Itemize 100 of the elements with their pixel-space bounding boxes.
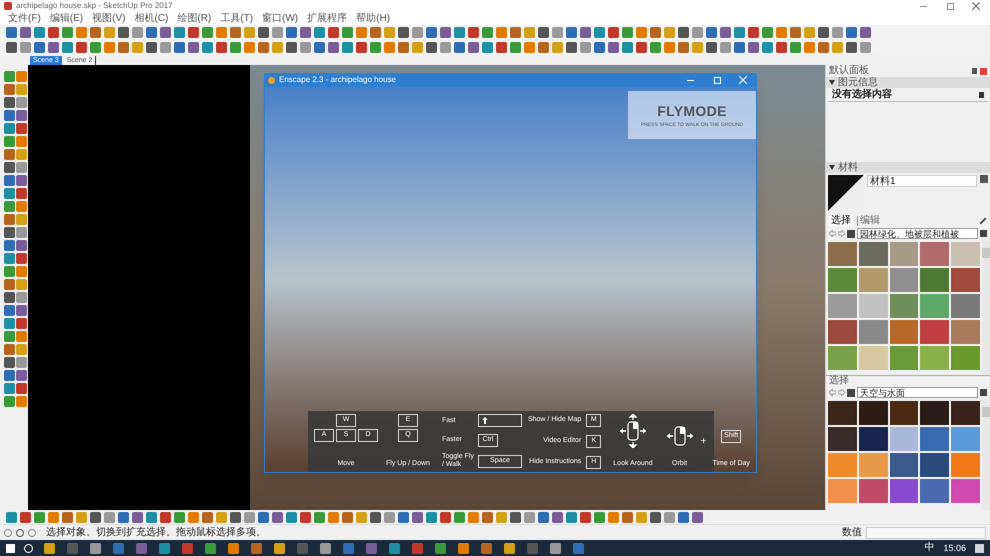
material-name-field[interactable]: 材料1: [867, 175, 977, 187]
menu-item[interactable]: 扩展程序: [307, 14, 348, 24]
tool-icon[interactable]: [202, 512, 212, 522]
tool-icon[interactable]: [342, 512, 352, 522]
texture-swatch[interactable]: [951, 401, 980, 425]
texture-swatch[interactable]: [828, 427, 857, 451]
tool-icon[interactable]: [16, 253, 26, 264]
texture-swatch[interactable]: [858, 320, 888, 344]
tool-icon[interactable]: [16, 305, 26, 316]
texture-swatch[interactable]: [828, 320, 857, 344]
tool-icon[interactable]: [90, 27, 100, 38]
texture-swatch[interactable]: [858, 346, 888, 370]
texture-swatch[interactable]: [828, 453, 857, 477]
tool-icon[interactable]: [258, 27, 268, 38]
tool-icon[interactable]: [636, 42, 646, 53]
menu-item[interactable]: 编辑(E): [50, 14, 84, 24]
tool-icon[interactable]: [790, 27, 800, 38]
tool-icon[interactable]: [454, 512, 464, 522]
tool-icon[interactable]: [720, 27, 730, 38]
tool-icon[interactable]: [20, 27, 30, 38]
tool-icon[interactable]: [594, 27, 604, 38]
tool-icon[interactable]: [4, 266, 14, 277]
tool-icon[interactable]: [174, 512, 184, 522]
tool-icon[interactable]: [4, 162, 14, 173]
tool-icon[interactable]: [4, 97, 14, 108]
tool-icon[interactable]: [734, 27, 744, 38]
tool-icon[interactable]: [202, 27, 212, 38]
tool-icon[interactable]: [62, 27, 72, 38]
tool-icon[interactable]: [678, 512, 688, 522]
tool-icon[interactable]: [4, 370, 14, 381]
tool-icon[interactable]: [90, 512, 100, 522]
tool-icon[interactable]: [650, 512, 660, 522]
tool-icon[interactable]: [468, 27, 478, 38]
menu-item[interactable]: 相机(C): [134, 14, 168, 24]
tool-icon[interactable]: [426, 42, 436, 53]
tool-icon[interactable]: [440, 512, 450, 522]
texture-swatch[interactable]: [951, 346, 980, 370]
tool-icon[interactable]: [328, 27, 338, 38]
tool-icon[interactable]: [398, 27, 408, 38]
tool-icon[interactable]: [4, 396, 14, 407]
texture-swatch[interactable]: [890, 401, 918, 425]
tool-icon[interactable]: [4, 110, 14, 121]
texture-swatch[interactable]: [920, 320, 950, 344]
texture-swatch[interactable]: [920, 401, 950, 425]
tool-icon[interactable]: [504, 542, 514, 554]
scrollbar[interactable]: [982, 240, 990, 375]
tool-icon[interactable]: [228, 542, 238, 554]
tool-icon[interactable]: [692, 512, 702, 522]
tool-icon[interactable]: [4, 214, 14, 225]
tool-icon[interactable]: [16, 370, 26, 381]
tool-icon[interactable]: [622, 27, 632, 38]
tool-icon[interactable]: [314, 42, 324, 53]
tool-icon[interactable]: [4, 318, 14, 329]
tool-icon[interactable]: [90, 542, 100, 554]
texture-swatch[interactable]: [920, 346, 950, 370]
tool-icon[interactable]: [426, 512, 436, 522]
tool-icon[interactable]: [90, 42, 100, 53]
tool-icon[interactable]: [454, 27, 464, 38]
tool-icon[interactable]: [454, 42, 464, 53]
tool-icon[interactable]: [342, 42, 352, 53]
tool-icon[interactable]: [174, 27, 184, 38]
ime-indicator[interactable]: 中: [924, 543, 934, 553]
tool-icon[interactable]: [314, 512, 324, 522]
texture-swatch[interactable]: [920, 427, 950, 451]
tool-icon[interactable]: [118, 27, 128, 38]
tool-icon[interactable]: [44, 542, 54, 554]
texture-swatch[interactable]: [951, 320, 980, 344]
menu-item[interactable]: 帮助(H): [356, 14, 390, 24]
tool-icon[interactable]: [678, 42, 688, 53]
menu-item[interactable]: 视图(V): [92, 14, 126, 24]
tool-icon[interactable]: [182, 542, 192, 554]
tool-icon[interactable]: [706, 42, 716, 53]
tool-icon[interactable]: [4, 357, 14, 368]
tool-icon[interactable]: [16, 188, 26, 199]
section-header[interactable]: 图元信息: [826, 77, 990, 88]
texture-swatch[interactable]: [920, 479, 950, 503]
menu-item[interactable]: 文件(F): [8, 14, 41, 24]
texture-swatch[interactable]: [920, 453, 950, 477]
tool-icon[interactable]: [622, 42, 632, 53]
texture-swatch[interactable]: [828, 401, 857, 425]
texture-swatch[interactable]: [858, 242, 888, 266]
forward-arrow-icon[interactable]: [838, 230, 845, 237]
tool-icon[interactable]: [4, 149, 14, 160]
tool-icon[interactable]: [790, 42, 800, 53]
tool-icon[interactable]: [4, 279, 14, 290]
tool-icon[interactable]: [4, 71, 14, 82]
tool-icon[interactable]: [748, 42, 758, 53]
tool-icon[interactable]: [552, 512, 562, 522]
tool-icon[interactable]: [272, 512, 282, 522]
tool-icon[interactable]: [258, 42, 268, 53]
tool-icon[interactable]: [16, 123, 26, 134]
texture-swatch[interactable]: [828, 294, 857, 318]
tool-icon[interactable]: [650, 27, 660, 38]
tool-icon[interactable]: [510, 42, 520, 53]
tool-icon[interactable]: [366, 542, 376, 554]
tool-icon[interactable]: [250, 542, 262, 554]
texture-swatch[interactable]: [890, 294, 918, 318]
tool-icon[interactable]: [510, 512, 520, 522]
tool-icon[interactable]: [4, 84, 14, 95]
tool-icon[interactable]: [538, 512, 548, 522]
